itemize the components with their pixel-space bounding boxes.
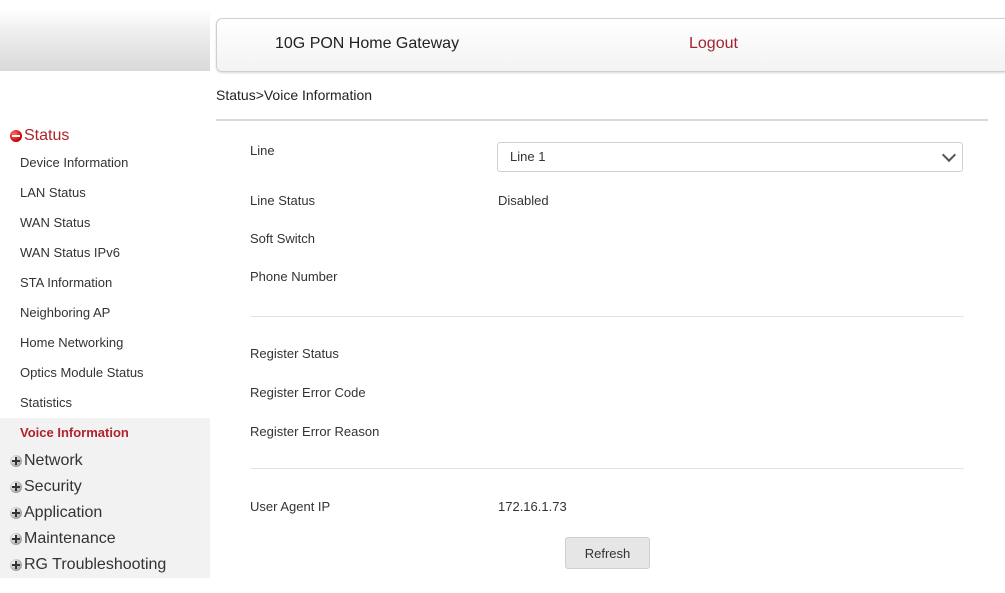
logout-link[interactable]: Logout: [689, 35, 738, 53]
expand-icon: [10, 559, 22, 571]
user-agent-ip-label: User Agent IP: [250, 499, 331, 514]
sidebar-group-label: Security: [24, 478, 82, 495]
sidebar-group-label: Network: [24, 452, 83, 469]
register-error-code-label: Register Error Code: [250, 385, 366, 400]
sidebar-item-wan-status[interactable]: WAN Status: [0, 208, 210, 238]
sidebar-item-device-information[interactable]: Device Information: [0, 148, 210, 178]
sidebar-group-status[interactable]: Status: [0, 124, 210, 148]
register-error-reason-label: Register Error Reason: [250, 424, 380, 439]
line-select-value: Line 1: [510, 149, 546, 164]
line-status-label: Line Status: [250, 193, 316, 208]
sidebar-item-voice-information[interactable]: Voice Information: [0, 418, 210, 448]
expand-icon: [10, 507, 22, 519]
sidebar-item-neighboring-ap[interactable]: Neighboring AP: [0, 298, 210, 328]
sidebar-item-home-networking[interactable]: Home Networking: [0, 328, 210, 358]
sidebar-header-block: [0, 9, 210, 71]
app-header: 10G PON Home Gateway Logout: [216, 18, 1005, 72]
sidebar-item-optics-module-status[interactable]: Optics Module Status: [0, 358, 210, 388]
sidebar-group-security[interactable]: Security: [0, 474, 210, 500]
sidebar-item-statistics[interactable]: Statistics: [0, 388, 210, 418]
expand-icon: [10, 533, 22, 545]
sidebar-nav: Status Device Information LAN Status WAN…: [0, 124, 210, 578]
section-divider: [250, 316, 964, 317]
soft-switch-label: Soft Switch: [250, 231, 316, 246]
sidebar-group-network[interactable]: Network: [0, 448, 210, 474]
line-label: Line: [250, 143, 275, 158]
sidebar-item-sta-information[interactable]: STA Information: [0, 268, 210, 298]
app-title: 10G PON Home Gateway: [275, 35, 460, 52]
sidebar-item-lan-status[interactable]: LAN Status: [0, 178, 210, 208]
sidebar-group-label: RG Troubleshooting: [24, 556, 167, 573]
top-strip: [0, 0, 1005, 9]
sidebar-group-application[interactable]: Application: [0, 500, 210, 526]
sidebar-group-rg-troubleshooting[interactable]: RG Troubleshooting: [0, 552, 210, 578]
status-submenu: Device Information LAN Status WAN Status…: [0, 148, 210, 448]
sidebar-group-maintenance[interactable]: Maintenance: [0, 526, 210, 552]
sidebar-group-label: Maintenance: [24, 530, 116, 547]
chevron-down-icon: [941, 147, 957, 163]
user-agent-ip-value: 172.16.1.73: [498, 499, 567, 514]
sidebar-group-label: Status: [24, 127, 70, 144]
sidebar-item-wan-status-ipv6[interactable]: WAN Status IPv6: [0, 238, 210, 268]
phone-number-label: Phone Number: [250, 269, 338, 284]
refresh-button[interactable]: Refresh: [565, 537, 650, 569]
expand-icon: [10, 455, 22, 467]
register-status-label: Register Status: [250, 346, 339, 361]
line-select[interactable]: Line 1: [497, 142, 963, 172]
sidebar-group-label: Application: [24, 504, 103, 521]
breadcrumb: Status>Voice Information: [216, 87, 373, 103]
breadcrumb-divider: [216, 119, 988, 121]
collapse-icon: [10, 130, 22, 142]
collapsed-groups: Network Security Application Maintenance…: [0, 448, 210, 578]
section-divider: [250, 468, 964, 469]
line-status-value: Disabled: [498, 193, 549, 208]
expand-icon: [10, 481, 22, 493]
